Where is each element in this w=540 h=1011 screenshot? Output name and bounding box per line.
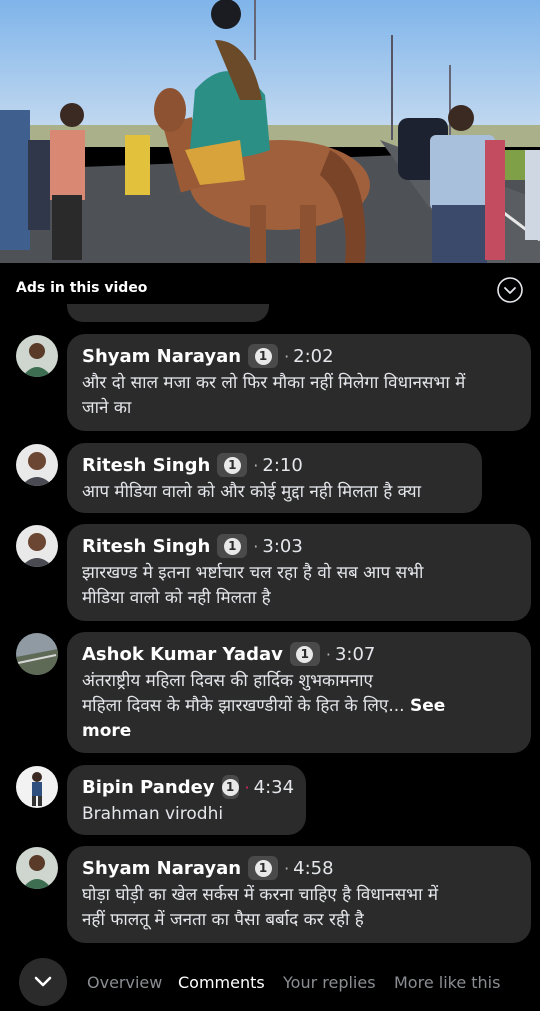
separator-dot: ·	[244, 777, 250, 797]
video-player[interactable]	[0, 0, 540, 263]
comment-line: झारखण्ड मे इतना भर्ष्टाचार चल रहा है वो …	[82, 563, 424, 583]
comment-bubble[interactable]: Ritesh Singh 1 · 2:10 आप मीडिया वालो को …	[67, 443, 482, 513]
avatar[interactable]	[16, 525, 58, 567]
separator-dot: ·	[284, 858, 290, 878]
separator-dot: ·	[325, 644, 331, 664]
comment-line: नहीं फालतू में जनता का पैसा बर्बाद कर रह…	[82, 910, 364, 930]
comment-bubble[interactable]: Shyam Narayan 1 · 4:58 घोड़ा घोड़ी का खे…	[67, 846, 531, 943]
comment-timestamp[interactable]: 2:10	[262, 455, 302, 476]
comment-bubble[interactable]: Shyam Narayan 1 · 2:02 और दो साल मजा कर …	[67, 334, 531, 431]
badge-count: 1	[221, 778, 239, 796]
separator-dot: ·	[253, 455, 259, 475]
tab-overview[interactable]: Overview	[87, 973, 162, 992]
comment-line: आप मीडिया वालो को और कोई मुद्दा नही मिलत…	[82, 482, 422, 502]
comment-line: और दो साल मजा कर लो फिर मौका नहीं मिलेगा…	[82, 373, 466, 393]
comment-line: अंतराष्ट्रीय महिला दिवस की हार्दिक शुभका…	[82, 671, 373, 691]
badge-icon: 1	[221, 775, 239, 799]
collapse-button[interactable]	[19, 958, 67, 1006]
comment-timestamp[interactable]: 2:02	[293, 346, 333, 367]
tab-more-like-this[interactable]: More like this	[394, 973, 500, 992]
previous-comment-bubble	[67, 304, 269, 322]
comment-text: Brahman virodhi	[82, 802, 291, 827]
avatar[interactable]	[16, 335, 58, 377]
see-more-link-continued[interactable]: more	[82, 721, 131, 741]
badge-count: 1	[223, 537, 241, 555]
avatar[interactable]	[16, 444, 58, 486]
badge-count: 1	[296, 645, 314, 663]
comment-timestamp[interactable]: 4:34	[254, 777, 294, 798]
comment-line: जाने का	[82, 398, 132, 418]
separator-dot: ·	[253, 536, 259, 556]
comment-text: झारखण्ड मे इतना भर्ष्टाचार चल रहा है वो …	[82, 561, 516, 611]
comment-text: अंतराष्ट्रीय महिला दिवस की हार्दिक शुभका…	[82, 669, 516, 744]
bottom-tab-bar: Overview Comments Your replies More like…	[0, 955, 540, 1011]
chevron-down-icon[interactable]	[497, 277, 523, 303]
badge-count: 1	[223, 456, 241, 474]
avatar-image	[16, 525, 58, 567]
comment-bubble[interactable]: Ashok Kumar Yadav 1 · 3:07 अंतराष्ट्रीय …	[67, 632, 531, 753]
avatar[interactable]	[16, 766, 58, 808]
comment-line: Brahman virodhi	[82, 804, 224, 824]
comment-text: आप मीडिया वालो को और कोई मुद्दा नही मिलत…	[82, 480, 467, 505]
comment-author[interactable]: Bipin Pandey	[82, 777, 215, 798]
badge-icon: 1	[248, 856, 279, 880]
badge-icon: 1	[289, 642, 320, 666]
avatar-image	[16, 335, 58, 377]
see-more-link[interactable]: See	[410, 696, 445, 716]
tab-comments[interactable]: Comments	[178, 973, 265, 992]
badge-icon: 1	[248, 344, 279, 368]
badge-count: 1	[254, 859, 272, 877]
comment-line: महिला दिवस के मौके झारखण्डीयों के हित के…	[82, 694, 516, 719]
comment-author[interactable]: Ashok Kumar Yadav	[82, 644, 283, 665]
video-frame-image	[0, 0, 540, 263]
ads-label: Ads in this video	[16, 280, 148, 296]
comment-timestamp[interactable]: 3:03	[262, 536, 302, 557]
comment-timestamp[interactable]: 3:07	[335, 644, 375, 665]
comment-text: घोड़ा घोड़ी का खेल सर्कस में करना चाहिए …	[82, 883, 516, 933]
comment-line: मीडिया वालो को नही मिलता है	[82, 588, 271, 608]
comment-bubble[interactable]: Bipin Pandey 1 · 4:34 Brahman virodhi	[67, 765, 306, 835]
avatar-image	[16, 444, 58, 486]
badge-icon: 1	[217, 534, 248, 558]
comment-author[interactable]: Ritesh Singh	[82, 536, 210, 557]
comment-line-text: महिला दिवस के मौके झारखण्डीयों के हित के…	[82, 696, 405, 716]
comment-text: और दो साल मजा कर लो फिर मौका नहीं मिलेगा…	[82, 371, 516, 421]
badge-count: 1	[254, 347, 272, 365]
comment-author[interactable]: Shyam Narayan	[82, 858, 241, 879]
comment-line: घोड़ा घोड़ी का खेल सर्कस में करना चाहिए …	[82, 885, 439, 905]
avatar-image	[16, 633, 58, 675]
avatar[interactable]	[16, 633, 58, 675]
comment-bubble[interactable]: Ritesh Singh 1 · 3:03 झारखण्ड मे इतना भर…	[67, 524, 531, 621]
badge-icon: 1	[217, 453, 248, 477]
comment-author[interactable]: Ritesh Singh	[82, 455, 210, 476]
tab-your-replies[interactable]: Your replies	[283, 973, 376, 992]
comment-timestamp[interactable]: 4:58	[293, 858, 333, 879]
avatar-image	[16, 766, 58, 808]
chevron-down-icon	[34, 976, 52, 987]
separator-dot: ·	[284, 346, 290, 366]
avatar[interactable]	[16, 847, 58, 889]
avatar-image	[16, 847, 58, 889]
comment-author[interactable]: Shyam Narayan	[82, 346, 241, 367]
